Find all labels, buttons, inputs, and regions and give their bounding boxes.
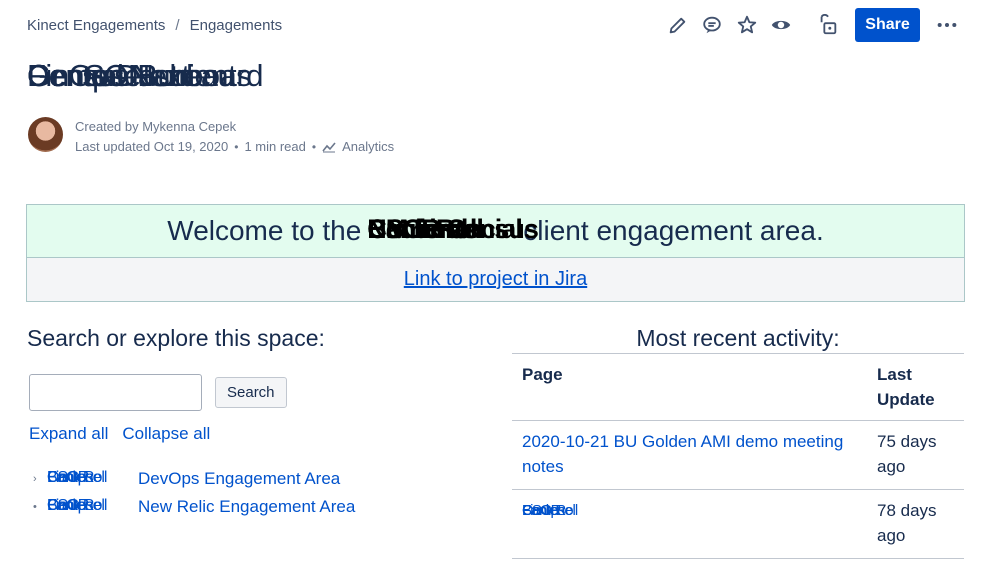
last-update-value: 75 days ago (867, 420, 964, 490)
share-button[interactable]: Share (855, 8, 920, 42)
column-header-page: Page (512, 353, 867, 421)
search-row: Search (29, 374, 287, 411)
jira-project-link[interactable]: Link to project in Jira (404, 268, 587, 291)
avatar[interactable] (28, 117, 63, 152)
analytics-icon (322, 142, 336, 153)
tree-item-link[interactable]: Bank Roll Centene CSCR FinOps New Relic … (47, 497, 355, 517)
star-icon[interactable] (736, 14, 758, 36)
tree-item-label: DevOps Engagement Area (138, 469, 341, 488)
created-by: Created by Mykenna Cepek (75, 119, 237, 134)
bullet-icon: • (33, 501, 37, 513)
watch-icon[interactable] (770, 14, 792, 36)
search-section-title: Search or explore this space: (27, 325, 325, 351)
welcome-suffix: client engagement area. (523, 215, 824, 246)
analytics-link[interactable]: Analytics (322, 137, 394, 157)
search-section: Search or explore this space: Search Exp… (27, 325, 487, 516)
welcome-banner: Welcome to the Bank Roll Centeral CSCR C… (26, 204, 965, 257)
page-title-layer: GenSONext (27, 58, 190, 93)
collapse-all-link[interactable]: Collapse all (122, 424, 210, 444)
tree-item-link[interactable]: Bank Roll Centene CSCR FinOps DevOps Eng… (47, 469, 340, 489)
edit-icon[interactable] (667, 14, 689, 36)
recent-activity-section: Most recent activity: Page Last Update 2… (512, 325, 964, 559)
tree-item[interactable]: • Bank Roll Centene CSCR FinOps New Reli… (33, 493, 355, 521)
expand-all-link[interactable]: Expand all (29, 424, 108, 444)
tree-item-label: New Relic Engagement Area (138, 497, 356, 516)
more-icon[interactable] (936, 14, 958, 36)
recent-page-link[interactable]: 2020-10-21 BU Golden AMI demo meeting no… (522, 432, 843, 476)
meta-separator: • (311, 140, 317, 154)
tree-item[interactable]: › Bank Roll Centene CSCR FinOps DevOps E… (33, 465, 355, 493)
jira-bar: Link to project in Jira (26, 257, 965, 302)
client-name-layer: Nutrients (367, 214, 478, 244)
table-row: 2020-10-21 BU Golden AMI demo meeting no… (512, 420, 964, 490)
meta-separator: • (234, 140, 239, 154)
comment-icon[interactable] (701, 14, 723, 36)
client-name: Bank Roll Centene CSCR FinOps (47, 469, 133, 489)
client-name: Bank Roll Centeral CSCR Census BM Financ… (367, 214, 539, 248)
recent-page-link[interactable]: Bank Roll Centene CSCR FinOps (522, 498, 617, 520)
client-name-layer: FinOps (47, 497, 94, 514)
page-actions: Share (0, 8, 999, 42)
search-button[interactable]: Search (215, 377, 287, 408)
read-time: 1 min read (244, 139, 306, 154)
recent-activity-title: Most recent activity: (636, 325, 840, 351)
analytics-label: Analytics (342, 139, 395, 154)
tree-controls: Expand all Collapse all (29, 424, 210, 444)
welcome-prefix: Welcome to the (167, 215, 362, 246)
column-header-last-update: Last Update (867, 353, 964, 421)
last-updated[interactable]: Last updated Oct 19, 2020 (75, 137, 228, 157)
page-title: Census Bureau FinOps Central Nutrients C… (27, 58, 287, 100)
client-name: Bank Roll Centene CSCR FinOps (47, 497, 133, 517)
table-header-row: Page Last Update (512, 353, 964, 421)
page-metadata: Created by Mykenna Cepek Last updated Oc… (75, 117, 394, 157)
search-input[interactable] (29, 374, 202, 411)
expand-arrow-icon[interactable]: › (33, 473, 47, 485)
restrictions-icon[interactable] (817, 14, 839, 36)
page-tree: › Bank Roll Centene CSCR FinOps DevOps E… (33, 465, 355, 521)
top-bar: Kinect Engagements / Engagements Share (0, 0, 999, 52)
recent-activity-table: Page Last Update 2020-10-21 BU Golden AM… (512, 353, 964, 559)
last-update-value: 78 days ago (867, 489, 964, 559)
table-row: Bank Roll Centene CSCR FinOps 78 days ag… (512, 489, 964, 559)
client-name-layer: FinOps (522, 502, 565, 519)
client-name-layer: FinOps (47, 469, 94, 486)
byline: Created by Mykenna Cepek Last updated Oc… (28, 117, 394, 157)
